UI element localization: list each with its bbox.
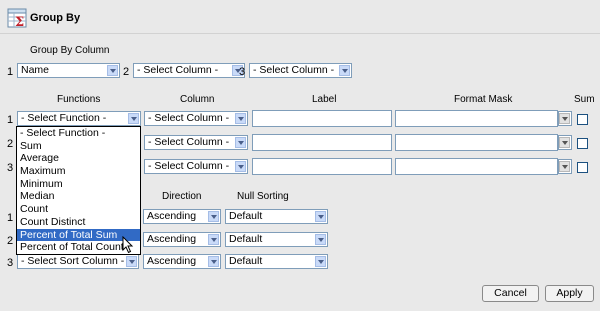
null-sorting-select-2[interactable]: Default <box>225 232 328 247</box>
chevron-down-icon <box>339 65 350 76</box>
direction-select-1[interactable]: Ascending <box>143 209 221 224</box>
mouse-cursor-icon <box>122 236 134 254</box>
function-column-select-1[interactable]: - Select Column - <box>144 111 248 126</box>
group-by-column-label: Group By Column <box>30 45 110 56</box>
sum-checkbox-3[interactable] <box>577 162 588 173</box>
select-value: Ascending <box>147 233 197 245</box>
dropdown-option[interactable]: Minimum <box>17 178 140 191</box>
select-value: - Select Sort Column - <box>21 255 125 267</box>
select-value: Ascending <box>147 210 197 222</box>
chevron-down-icon <box>235 113 246 124</box>
functions-header: Functions <box>57 94 101 105</box>
group-by-select-2[interactable]: - Select Column - <box>133 63 245 78</box>
select-value: Default <box>229 255 263 267</box>
select-value: - Select Column - <box>253 64 335 76</box>
chevron-down-icon <box>559 137 570 148</box>
sort-row-number: 3 <box>7 257 14 269</box>
dropdown-option[interactable]: Average <box>17 152 140 165</box>
select-value: - Select Column - <box>148 160 230 172</box>
sort-row-number: 2 <box>7 235 14 247</box>
cancel-button[interactable]: Cancel <box>482 285 539 302</box>
select-value: Ascending <box>147 255 197 267</box>
label-header: Label <box>312 94 337 105</box>
select-value: - Select Column - <box>148 136 230 148</box>
chevron-down-icon <box>315 256 326 267</box>
format-mask-input-1[interactable] <box>395 110 558 127</box>
select-value: Default <box>229 210 263 222</box>
chevron-down-icon <box>315 234 326 245</box>
column-header: Column <box>180 94 215 105</box>
group-by-number: 1 <box>7 66 14 78</box>
label-input-1[interactable] <box>252 110 392 127</box>
sort-row-number: 1 <box>7 212 14 224</box>
null-sorting-select-1[interactable]: Default <box>225 209 328 224</box>
sum-checkbox-2[interactable] <box>577 138 588 149</box>
chevron-down-icon <box>126 256 137 267</box>
chevron-down-icon <box>107 65 118 76</box>
sigma-table-icon: Σ <box>7 8 27 28</box>
function-select-1[interactable]: - Select Function - <box>17 111 141 126</box>
chevron-down-icon <box>235 137 246 148</box>
sum-checkbox-1[interactable] <box>577 114 588 125</box>
select-value: Default <box>229 233 263 245</box>
svg-text:Σ: Σ <box>15 15 24 28</box>
dropdown-option[interactable]: Count Distinct <box>17 216 140 229</box>
select-value: - Select Column - <box>148 112 230 124</box>
format-mask-picker-1[interactable] <box>558 111 572 126</box>
dropdown-option[interactable]: Count <box>17 203 140 216</box>
function-row-number: 2 <box>7 138 14 150</box>
dropdown-option[interactable]: - Select Function - <box>17 127 140 140</box>
chevron-down-icon <box>559 113 570 124</box>
direction-select-3[interactable]: Ascending <box>143 254 221 269</box>
function-column-select-2[interactable]: - Select Column - <box>144 135 248 150</box>
group-by-select-1[interactable]: Name <box>17 63 120 78</box>
function-row-number: 1 <box>7 114 14 126</box>
chevron-down-icon <box>128 113 139 124</box>
dropdown-option[interactable]: Sum <box>17 140 140 153</box>
chevron-down-icon <box>208 256 219 267</box>
sum-header: Sum <box>574 94 595 105</box>
direction-header: Direction <box>162 191 202 202</box>
select-value: - Select Function - <box>21 112 107 124</box>
null-sorting-select-3[interactable]: Default <box>225 254 328 269</box>
group-by-select-3[interactable]: - Select Column - <box>249 63 352 78</box>
group-by-number: 3 <box>239 66 246 78</box>
function-column-select-3[interactable]: - Select Column - <box>144 159 248 174</box>
format-mask-picker-2[interactable] <box>558 135 572 150</box>
format-mask-header: Format Mask <box>454 94 513 105</box>
select-value: - Select Column - <box>137 64 219 76</box>
chevron-down-icon <box>208 211 219 222</box>
apply-button[interactable]: Apply <box>545 285 594 302</box>
dropdown-option[interactable]: Median <box>17 190 140 203</box>
function-row-number: 3 <box>7 162 14 174</box>
null-sorting-header: Null Sorting <box>237 191 289 202</box>
dropdown-option[interactable]: Maximum <box>17 165 140 178</box>
chevron-down-icon <box>559 161 570 172</box>
label-input-2[interactable] <box>252 134 392 151</box>
label-input-3[interactable] <box>252 158 392 175</box>
sort-column-select-3[interactable]: - Select Sort Column - <box>17 254 139 269</box>
chevron-down-icon <box>208 234 219 245</box>
group-by-number: 2 <box>123 66 130 78</box>
format-mask-input-2[interactable] <box>395 134 558 151</box>
header-divider <box>0 33 600 34</box>
page-title: Group By <box>30 12 81 24</box>
chevron-down-icon <box>235 161 246 172</box>
format-mask-picker-3[interactable] <box>558 159 572 174</box>
format-mask-input-3[interactable] <box>395 158 558 175</box>
chevron-down-icon <box>315 211 326 222</box>
direction-select-2[interactable]: Ascending <box>143 232 221 247</box>
select-value: Name <box>21 64 50 76</box>
